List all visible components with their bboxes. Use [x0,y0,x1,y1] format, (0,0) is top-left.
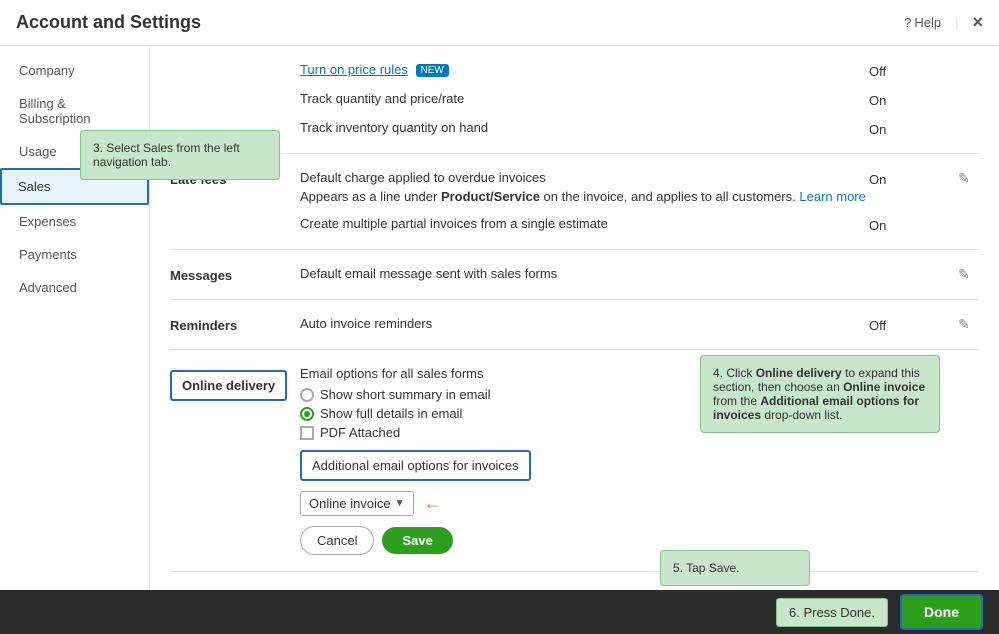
help-icon: ? [904,15,911,30]
price-rules-row: Turn on price rules NEW Off [170,56,979,85]
late-fees-row: Late fees Default charge applied to over… [170,164,979,210]
reminders-section: Reminders Auto invoice reminders Off ✎ [170,300,979,350]
price-rules-status: Off [869,64,886,79]
online-delivery-button[interactable]: Online delivery [170,370,287,401]
save-button[interactable]: Save [382,527,452,554]
learn-more-link[interactable]: Learn more [799,189,865,204]
tooltip-done: 6. Press Done. [776,598,888,627]
partial-invoices-row: Create multiple partial invoices from a … [170,210,979,239]
statements-text: Show aging table at bottom of stat... [300,588,507,590]
invoice-dropdown-row: Online invoice ▼ ← [300,491,869,516]
reminders-row: Reminders Auto invoice reminders Off ✎ [170,310,979,339]
late-fees-section: Late fees Default charge applied to over… [170,154,979,250]
partial-invoices-text: Create multiple partial invoices from a … [300,216,608,231]
header-actions: ? Help | × [904,12,983,33]
content-area: Company Billing & Subscription Usage Sal… [0,46,999,590]
tooltip-online-delivery: 4. Click Online delivery to expand this … [700,355,940,433]
reminders-edit-icon[interactable]: ✎ [958,316,970,332]
done-button[interactable]: Done [900,594,983,630]
tooltip-save: 5. Tap Save. [660,550,810,586]
sidebar-item-billing[interactable]: Billing & Subscription [0,87,149,135]
cancel-button[interactable]: Cancel [300,526,374,555]
invoice-type-dropdown[interactable]: Online invoice ▼ [300,491,414,516]
messages-text: Default email message sent with sales fo… [300,266,557,281]
short-summary-radio-dot [300,388,314,402]
sidebar-item-advanced[interactable]: Advanced [0,271,149,304]
statements-section: Statements Show aging table at bottom of… [170,572,979,590]
statements-edit-icon[interactable]: ✎ [958,588,970,590]
track-qty-status: On [869,93,886,108]
tooltip-sales-nav: 3. Select Sales from the left navigation… [80,130,280,180]
messages-section: Messages Default email message sent with… [170,250,979,300]
messages-label: Messages [170,268,232,283]
late-fees-edit-icon[interactable]: ✎ [958,170,970,186]
online-delivery-section: Online delivery Email options for all sa… [170,350,979,572]
new-badge: NEW [416,64,449,77]
late-fees-subtext: Appears as a line under Product/Service … [300,189,869,204]
track-qty-label: Track quantity and price/rate [300,91,464,106]
price-rules-link[interactable]: Turn on price rules [300,62,408,77]
arrow-indicator-icon: ← [424,493,442,514]
pdf-checkbox-box [300,426,314,440]
dropdown-arrow-icon: ▼ [395,498,405,509]
bottom-bar: 6. Press Done. Done [0,590,999,634]
sidebar: Company Billing & Subscription Usage Sal… [0,46,150,590]
tooltip2-text: 4. Click Online delivery to expand this … [713,366,925,422]
messages-edit-icon[interactable]: ✎ [958,266,970,282]
main-content: Turn on price rules NEW Off Track quanti… [150,46,999,590]
additional-options-box: Additional email options for invoices [300,450,531,481]
track-inventory-row: Track inventory quantity on hand On [170,114,979,143]
partial-invoices-status: On [869,218,886,233]
reminders-text: Auto invoice reminders [300,316,432,331]
messages-row: Messages Default email message sent with… [170,260,979,289]
tooltip3-text: 5. Tap Save. [673,561,740,575]
late-fees-text: Default charge applied to overdue invoic… [300,170,869,185]
sidebar-item-payments[interactable]: Payments [0,238,149,271]
reminders-status: Off [869,318,886,333]
sidebar-item-expenses[interactable]: Expenses [0,205,149,238]
page-title: Account and Settings [16,12,904,33]
header: Account and Settings ? Help | × [0,0,999,46]
track-inventory-label: Track inventory quantity on hand [300,120,488,135]
track-inventory-status: On [869,122,886,137]
late-fees-status: On [869,172,886,187]
full-details-radio-dot [300,407,314,421]
sidebar-item-company[interactable]: Company [0,54,149,87]
reminders-label: Reminders [170,318,237,333]
help-button[interactable]: ? Help [904,15,941,30]
statements-row: Statements Show aging table at bottom of… [170,582,979,590]
track-quantity-row: Track quantity and price/rate On [170,85,979,114]
close-button[interactable]: × [972,12,983,33]
products-section: Turn on price rules NEW Off Track quanti… [170,46,979,154]
